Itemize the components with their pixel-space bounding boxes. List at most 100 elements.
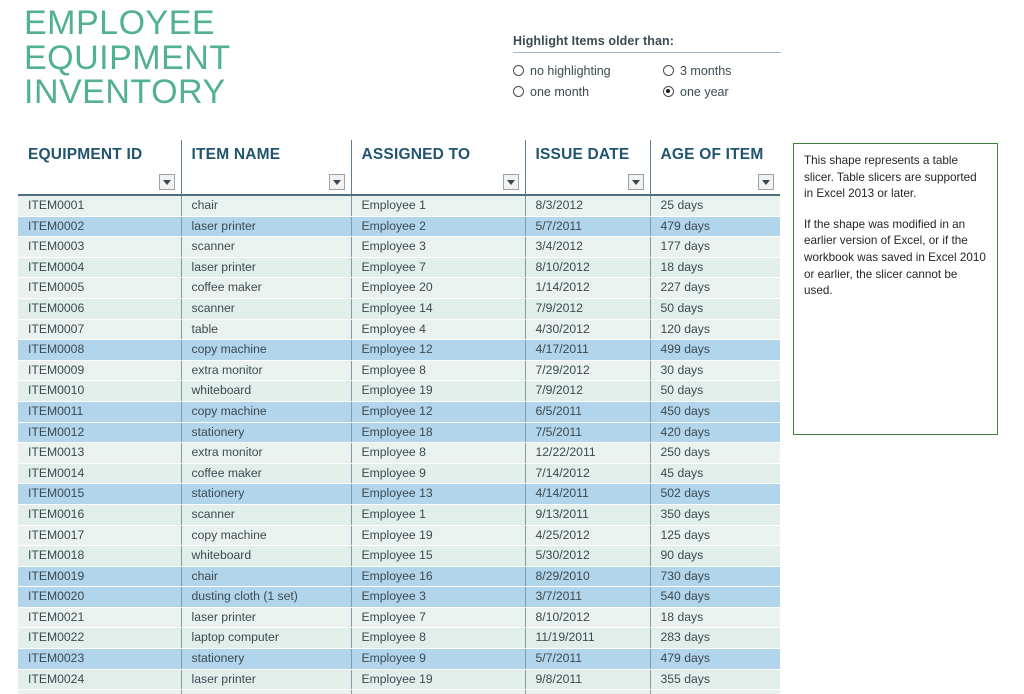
cell-issued: 8/29/2010	[525, 566, 651, 588]
chevron-down-icon	[162, 179, 171, 185]
highlight-slicer-panel: Highlight Items older than: no highlight…	[513, 34, 781, 102]
table-row[interactable]: ITEM0023 stationery Employee 9 5/7/2011 479 …	[18, 648, 780, 670]
cell-assigned: Employee 16	[351, 566, 526, 588]
cell-id: ITEM0012	[18, 422, 182, 444]
table-row[interactable]: ITEM0004 laser printer Employee 7 8/10/2012…	[18, 257, 780, 279]
cell-assigned: Employee 20	[351, 277, 526, 299]
cell-id: ITEM0021	[18, 607, 182, 629]
radio-option-one-month[interactable]: one month	[513, 85, 663, 99]
table-row[interactable]: ITEM0024 laser printer Employee 19 9/8/2011…	[18, 669, 780, 691]
table-row[interactable]: ITEM0011 copy machine Employee 12 6/5/2011 4…	[18, 401, 780, 423]
cell-issued: 7/14/2012	[525, 463, 651, 485]
table-header-row: EQUIPMENT ID ITEM NAME ASSIGNED TO ISSUE DA…	[18, 140, 780, 196]
table-row[interactable]: ITEM0019 chair Employee 16 8/29/2010 730 day…	[18, 566, 780, 588]
cell-age: 30 days	[650, 360, 780, 382]
table-body: ITEM0001 chair Employee 1 8/3/2012 25 days IT…	[18, 195, 780, 694]
table-row[interactable]: ITEM0016 scanner Employee 1 9/13/2011 350 da…	[18, 504, 780, 526]
table-row[interactable]: ITEM0017 copy machine Employee 19 4/25/2012…	[18, 525, 780, 547]
column-header-issue-date: ISSUE DATE	[525, 140, 651, 196]
cell-issued: 4/30/2012	[525, 319, 651, 341]
cell-item: coffee maker	[181, 463, 352, 485]
cell-issued: 3/7/2011	[525, 586, 651, 608]
radio-option-no-highlighting[interactable]: no highlighting	[513, 64, 663, 78]
cell-issued: 3/4/2012	[525, 236, 651, 258]
cell-age: 25 days	[650, 195, 780, 217]
table-row[interactable]: ITEM0025tableEmployee 77/31/201228 days	[18, 689, 780, 694]
cell-id: ITEM0016	[18, 504, 182, 526]
cell-issued: 4/14/2011	[525, 483, 651, 505]
cell-item: extra monitor	[181, 360, 352, 382]
highlight-radio-group[interactable]: no highlighting 3 months one month one year	[513, 60, 781, 102]
cell-assigned: Employee 12	[351, 401, 526, 423]
cell-assigned: Employee 19	[351, 669, 526, 691]
slicer-note-shape: This shape represents a table slicer. Ta…	[793, 143, 998, 435]
cell-issued: 8/3/2012	[525, 195, 651, 217]
cell-id: ITEM0025	[18, 689, 182, 694]
cell-age: 499 days	[650, 339, 780, 361]
radio-mark-icon	[513, 86, 524, 97]
filter-dropdown-icon[interactable]	[502, 174, 519, 190]
table-row[interactable]: ITEM0003 scanner Employee 3 3/4/2012 177 day…	[18, 236, 780, 258]
cell-item: table	[181, 319, 352, 341]
cell-issued: 7/9/2012	[525, 298, 651, 320]
radio-mark-icon	[663, 65, 674, 76]
filter-dropdown-icon[interactable]	[158, 174, 175, 190]
cell-assigned: Employee 18	[351, 422, 526, 444]
filter-dropdown-icon[interactable]	[627, 174, 644, 190]
radio-option-3-months[interactable]: 3 months	[663, 64, 781, 78]
cell-assigned: Employee 7	[351, 257, 526, 279]
cell-item: table	[181, 689, 352, 694]
cell-assigned: Employee 12	[351, 339, 526, 361]
table-row[interactable]: ITEM0006 scanner Employee 14 7/9/2012 50 day…	[18, 298, 780, 320]
cell-age: 450 days	[650, 401, 780, 423]
cell-item: whiteboard	[181, 380, 352, 402]
table-row[interactable]: ITEM0021 laser printer Employee 7 8/10/2012…	[18, 607, 780, 629]
filter-dropdown-icon[interactable]	[758, 174, 774, 190]
filter-dropdown-icon[interactable]	[328, 174, 345, 190]
table-row[interactable]: ITEM0001 chair Employee 1 8/3/2012 25 days	[18, 195, 780, 217]
chevron-down-icon	[762, 179, 770, 185]
radio-mark-icon	[513, 65, 524, 76]
cell-age: 227 days	[650, 277, 780, 299]
cell-item: scanner	[181, 504, 352, 526]
cell-issued: 7/9/2012	[525, 380, 651, 402]
table-row[interactable]: ITEM0010 whiteboard Employee 19 7/9/2012 50 …	[18, 380, 780, 402]
cell-issued: 7/5/2011	[525, 422, 651, 444]
table-row[interactable]: ITEM0005 coffee maker Employee 20 1/14/2012…	[18, 277, 780, 299]
cell-age: 90 days	[650, 545, 780, 567]
cell-id: ITEM0019	[18, 566, 182, 588]
table-row[interactable]: ITEM0002 laser printer Employee 2 5/7/2011 4…	[18, 216, 780, 238]
table-row[interactable]: ITEM0012 stationery Employee 18 7/5/2011 420…	[18, 422, 780, 444]
cell-age: 120 days	[650, 319, 780, 341]
cell-issued: 8/10/2012	[525, 607, 651, 629]
cell-issued: 7/31/2012	[525, 689, 651, 694]
cell-assigned: Employee 19	[351, 380, 526, 402]
cell-assigned: Employee 15	[351, 545, 526, 567]
column-header-label: ITEM NAME	[191, 146, 281, 163]
column-header-age-of-item: AGE OF ITEM	[650, 140, 780, 196]
cell-item: copy machine	[181, 339, 352, 361]
cell-assigned: Employee 19	[351, 525, 526, 547]
cell-issued: 1/14/2012	[525, 277, 651, 299]
table-row[interactable]: ITEM0013 extra monitor Employee 8 12/22/201…	[18, 442, 780, 464]
column-header-label: EQUIPMENT ID	[28, 146, 143, 163]
table-row[interactable]: ITEM0022 laptop computer Employee 8 11/19/2…	[18, 627, 780, 650]
table-row[interactable]: ITEM0014 coffee maker Employee 9 7/14/2012 4…	[18, 463, 780, 485]
table-row[interactable]: ITEM0008 copy machine Employee 12 4/17/2011…	[18, 339, 780, 361]
cell-id: ITEM0013	[18, 442, 182, 464]
table-row[interactable]: ITEM0007 table Employee 4 4/30/2012 120 days	[18, 319, 780, 341]
table-row[interactable]: ITEM0015 stationery Employee 13 4/14/2011 50…	[18, 483, 780, 505]
table-row[interactable]: ITEM0020 dusting cloth (1 set) Employee 33…	[18, 586, 780, 608]
table-row[interactable]: ITEM0018 whiteboard Employee 15 5/30/2012 90…	[18, 545, 780, 567]
cell-id: ITEM0009	[18, 360, 182, 382]
table-row[interactable]: ITEM0009 extra monitor Employee 8 7/29/2012…	[18, 360, 780, 382]
cell-age: 283 days	[650, 627, 780, 650]
cell-assigned: Employee 9	[351, 463, 526, 485]
cell-id: ITEM0014	[18, 463, 182, 485]
cell-issued: 11/19/2011	[525, 627, 651, 650]
cell-assigned: Employee 1	[351, 195, 526, 217]
chevron-down-icon	[506, 179, 515, 185]
radio-option-one-year[interactable]: one year	[663, 85, 781, 99]
page-title-line-2: EQUIPMENT	[24, 38, 231, 77]
cell-item: chair	[181, 566, 352, 588]
